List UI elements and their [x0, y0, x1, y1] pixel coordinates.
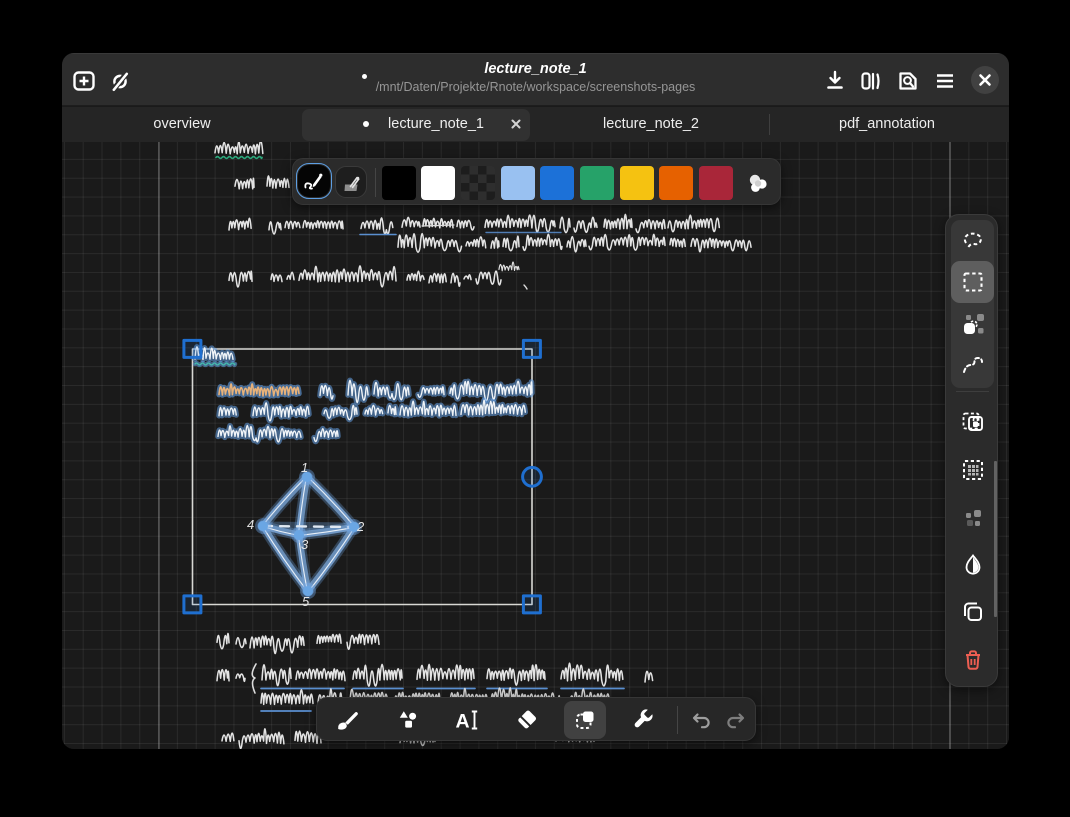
svg-text:1: 1	[301, 460, 308, 475]
svg-text:A: A	[456, 711, 470, 733]
svg-text:2: 2	[356, 519, 365, 534]
svg-text:3: 3	[301, 537, 309, 552]
svg-text:4: 4	[247, 517, 254, 532]
svg-text:5: 5	[302, 594, 310, 609]
